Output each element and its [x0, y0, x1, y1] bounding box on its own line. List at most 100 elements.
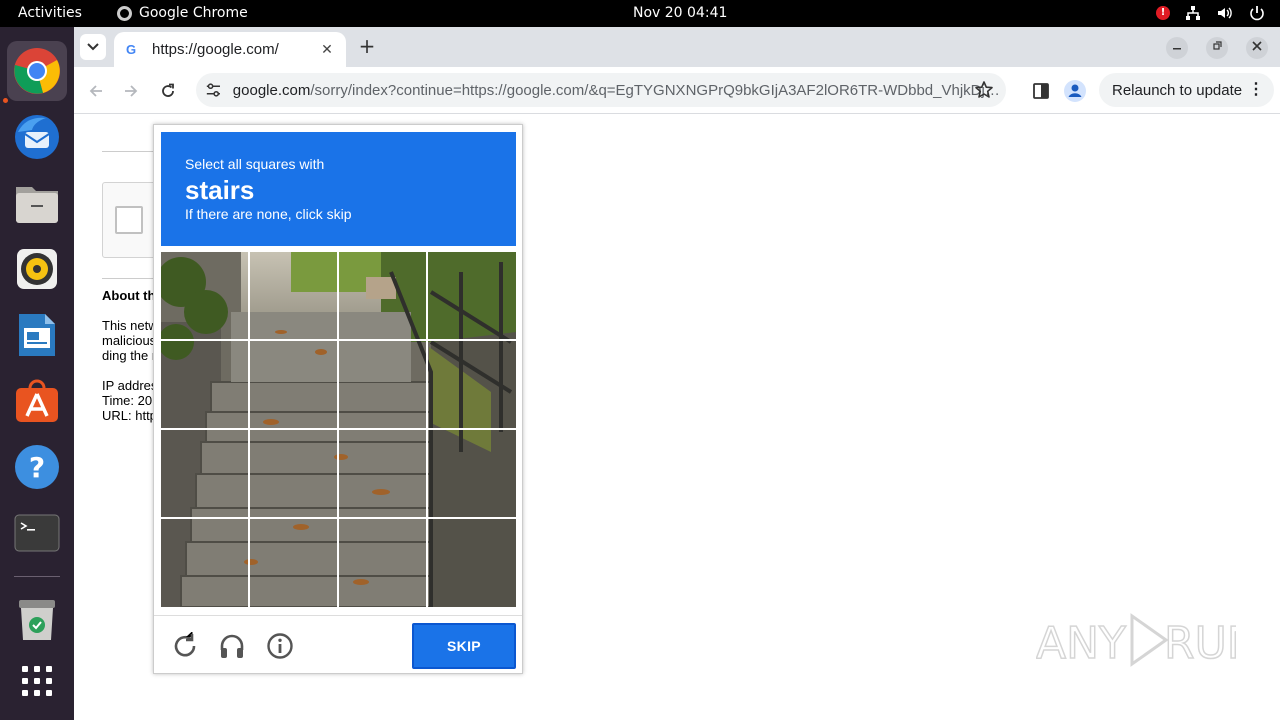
- rhythmbox-icon: [17, 249, 57, 289]
- grid-tile[interactable]: [250, 341, 337, 428]
- dock-separator: [14, 576, 60, 577]
- challenge-instruction: Select all squares with: [185, 156, 325, 172]
- grid-tile[interactable]: [428, 519, 515, 606]
- dock-terminal[interactable]: [7, 503, 67, 563]
- audio-challenge-icon[interactable]: [218, 632, 246, 660]
- info-text-line: malicious: [102, 333, 157, 348]
- tab-search-button[interactable]: [80, 34, 106, 60]
- chevron-down-icon: [87, 43, 99, 51]
- grid-tile[interactable]: [428, 430, 515, 517]
- address-bar[interactable]: google.com/sorry/index?continue=https://…: [196, 73, 1006, 107]
- grid-tile[interactable]: [250, 252, 337, 339]
- anyrun-logo: ANY RUN: [1035, 613, 1260, 670]
- info-ip-line: IP addres: [102, 378, 158, 393]
- tab-strip: G https://google.com/ ✕ +: [74, 27, 1280, 67]
- dock-app-center[interactable]: [7, 371, 67, 431]
- close-window-button[interactable]: [1246, 37, 1268, 59]
- app-menu[interactable]: Google Chrome: [117, 5, 248, 21]
- reload-challenge-icon[interactable]: [171, 632, 199, 660]
- tab-title: https://google.com/: [152, 41, 279, 58]
- volume-icon[interactable]: [1216, 4, 1234, 22]
- arrow-left-icon: [89, 85, 102, 97]
- alert-icon[interactable]: !: [1156, 6, 1170, 20]
- tab-google[interactable]: G https://google.com/ ✕: [114, 32, 346, 67]
- network-icon[interactable]: [1184, 4, 1202, 22]
- about-heading: About th: [102, 288, 156, 303]
- back-button[interactable]: [84, 79, 108, 103]
- challenge-hint: If there are none, click skip: [185, 206, 352, 222]
- grid-tile[interactable]: [339, 252, 426, 339]
- url-path: /sorry/index?continue=https://google.com…: [310, 81, 1006, 99]
- relaunch-to-update-button[interactable]: Relaunch to update ⋮: [1099, 73, 1274, 107]
- grid-tile[interactable]: [161, 341, 248, 428]
- arrow-right-icon: [125, 85, 138, 97]
- challenge-footer: SKIP: [154, 615, 522, 673]
- chrome-icon: [14, 48, 60, 94]
- grid-tile[interactable]: [428, 252, 515, 339]
- dock-trash[interactable]: [7, 589, 67, 649]
- dock-show-apps[interactable]: [7, 651, 67, 711]
- grid-tile[interactable]: [339, 519, 426, 606]
- dock-rhythmbox[interactable]: [7, 239, 67, 299]
- close-icon: [1252, 41, 1262, 51]
- info-time-line: Time: 20: [102, 393, 153, 408]
- forward-button[interactable]: [119, 79, 143, 103]
- dock-help[interactable]: ?: [7, 437, 67, 497]
- grid-tile[interactable]: [428, 341, 515, 428]
- more-menu-icon[interactable]: ⋮: [1248, 80, 1264, 100]
- libreoffice-impress-icon: [19, 314, 55, 356]
- close-tab-icon[interactable]: ✕: [318, 41, 336, 58]
- dock-chrome[interactable]: [7, 41, 67, 101]
- svg-text:RUN: RUN: [1164, 618, 1236, 669]
- grid-tile[interactable]: [161, 430, 248, 517]
- app-menu-label: Google Chrome: [139, 5, 248, 21]
- activities-button[interactable]: Activities: [18, 5, 82, 21]
- dock-thunderbird[interactable]: [7, 107, 67, 167]
- dock-impress[interactable]: [7, 305, 67, 365]
- grid-tile[interactable]: [161, 519, 248, 606]
- app-center-icon: [16, 379, 58, 422]
- chrome-mini-icon: [117, 5, 132, 21]
- trash-icon: [19, 600, 55, 640]
- anyrun-watermark: ANY RUN: [1035, 608, 1260, 672]
- grid-tile[interactable]: [161, 252, 248, 339]
- info-url-line: URL: http: [102, 408, 157, 423]
- reload-icon: [162, 83, 174, 97]
- profile-avatar-icon[interactable]: [1063, 79, 1087, 103]
- info-icon[interactable]: [266, 632, 294, 660]
- terminal-icon: [14, 514, 60, 552]
- grid-tile[interactable]: [250, 519, 337, 606]
- info-text-line: ding the r: [102, 348, 157, 363]
- side-panel-icon[interactable]: [1029, 79, 1053, 103]
- restore-icon: [1213, 41, 1222, 50]
- gnome-top-bar: Activities Google Chrome Nov 20 04:41 !: [0, 0, 1280, 27]
- google-favicon-icon: G: [126, 41, 137, 57]
- bookmark-star-icon[interactable]: [974, 80, 994, 100]
- minimize-icon: [1173, 48, 1181, 50]
- grid-tile[interactable]: [339, 341, 426, 428]
- svg-text:?: ?: [29, 451, 45, 484]
- dock-files[interactable]: [7, 173, 67, 233]
- system-tray[interactable]: !: [1156, 4, 1266, 22]
- site-info-icon[interactable]: [204, 80, 223, 100]
- skip-button[interactable]: SKIP: [412, 623, 516, 669]
- grid-tile[interactable]: [339, 430, 426, 517]
- running-indicator: [3, 98, 8, 103]
- power-icon[interactable]: [1248, 4, 1266, 22]
- challenge-target: stairs: [185, 175, 255, 205]
- dock: ?: [0, 27, 74, 720]
- reload-button[interactable]: [156, 79, 180, 103]
- new-tab-button[interactable]: +: [356, 36, 378, 58]
- files-icon: [16, 187, 58, 223]
- maximize-button[interactable]: [1206, 37, 1228, 59]
- browser-toolbar: google.com/sorry/index?continue=https://…: [74, 67, 1280, 114]
- grid-tile[interactable]: [250, 430, 337, 517]
- minimize-button[interactable]: [1166, 37, 1188, 59]
- svg-text:ANY: ANY: [1036, 618, 1126, 669]
- recaptcha-checkbox[interactable]: [115, 206, 143, 234]
- clock[interactable]: Nov 20 04:41: [633, 5, 727, 21]
- recaptcha-challenge: Select all squares with stairs If there …: [153, 124, 523, 674]
- challenge-image-grid: [161, 252, 516, 607]
- info-text-line: This netw: [102, 318, 158, 333]
- challenge-header: Select all squares with stairs If there …: [161, 132, 516, 246]
